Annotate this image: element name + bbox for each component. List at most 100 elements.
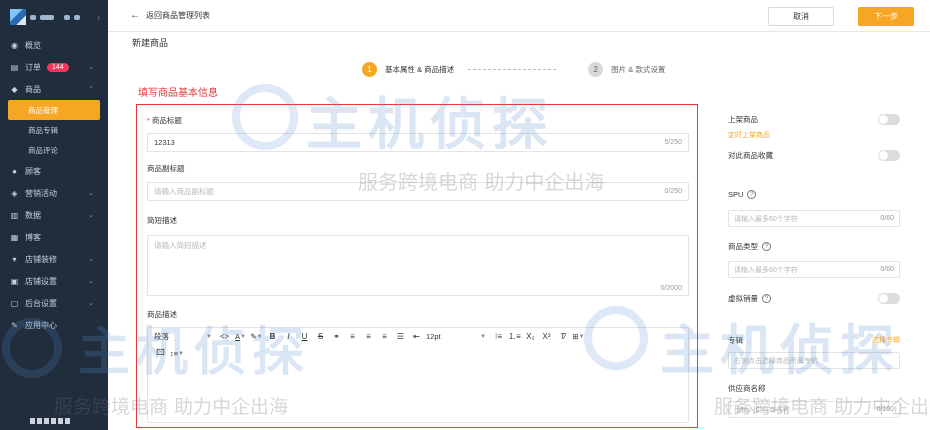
title-char-count: 5/250 <box>664 139 682 146</box>
sidebar-subitem-goods-manage[interactable]: 商品管理 <box>8 100 100 120</box>
chevron-down-icon: ⌄ <box>88 256 94 263</box>
page-title: 新建商品 <box>132 38 169 48</box>
link-icon[interactable]: ⚭ <box>330 330 343 344</box>
album-input[interactable]: 右侧点击选择商品所属专辑 <box>728 352 900 369</box>
goods-type-input[interactable]: 请输入最多60个字符 0/60 <box>728 261 900 278</box>
step-number: 1 <box>362 62 377 77</box>
spu-input[interactable]: 请输入最多60个字符 0/60 <box>728 210 900 227</box>
scheduled-shelf-link[interactable]: 定时上架商品 <box>728 130 770 140</box>
table-icon[interactable]: ⊞ ▼ <box>572 330 585 344</box>
sidebar-subitem-goods-album[interactable]: 商品专辑 <box>0 120 108 140</box>
sidebar: › ◉ 概览 ▤ 订单 144 ⌄ ◆ 商品 ⌃ 商品管理 商品专辑 商品评论 … <box>0 0 108 430</box>
help-icon[interactable]: ? <box>762 242 771 251</box>
store-decor-icon: ▾ <box>12 254 17 264</box>
on-shelf-toggle[interactable] <box>878 114 900 125</box>
step-divider <box>468 69 557 70</box>
strikethrough-icon[interactable]: S <box>314 330 327 344</box>
right-settings-panel: 上架商品 定时上架商品 对此商品收藏 SPU ? 请输入最多60个字符 0/60… <box>716 100 916 430</box>
subtitle-input[interactable]: 请输入商品副标题 0/250 <box>147 182 689 201</box>
cancel-button[interactable]: 取消 <box>768 7 834 26</box>
order-count-badge: 144 <box>47 62 69 72</box>
virtual-sales-toggle[interactable] <box>878 293 900 304</box>
bullet-list-icon[interactable]: ⁝≡ <box>492 330 505 344</box>
brief-char-count: 0/2000 <box>660 285 682 292</box>
sidebar-item-overview[interactable]: ◉ 概览 <box>0 34 108 56</box>
chevron-up-icon: ⌃ <box>88 86 94 93</box>
step-label: 基本属性 & 商品描述 <box>385 65 455 74</box>
superscript-icon[interactable]: X² <box>540 330 553 344</box>
editor-toolbar: 段落 ▼ <> A ▼ ✎ ▼ B I U S ⚭ ≡ ≡ ≡ ☰ ⇤ 12pt ▼ <box>148 328 688 345</box>
marketing-icon: ◈ <box>11 188 18 198</box>
store-settings-icon: ▣ <box>10 276 19 286</box>
chevron-down-icon: ⌄ <box>88 212 94 219</box>
sidebar-item-store-decor[interactable]: ▾ 店铺装修 ⌄ <box>0 248 108 270</box>
step-images-variants[interactable]: 2 图片 & 款式设置 <box>588 62 665 77</box>
select-album-link[interactable]: 选择专辑 <box>872 335 900 345</box>
brief-desc-textarea[interactable]: 请输入简短描述 0/2000 <box>147 235 689 296</box>
image-icon[interactable]: 🖾 <box>154 347 167 361</box>
sidebar-item-goods[interactable]: ◆ 商品 ⌃ <box>0 78 108 100</box>
align-center-icon[interactable]: ≡ <box>362 330 375 344</box>
goods-type-label: 商品类型 ? <box>728 241 771 252</box>
section-hint: 填写商品基本信息 <box>138 88 218 99</box>
next-step-button[interactable]: 下一步 <box>858 7 914 26</box>
subtitle-char-count: 0/250 <box>664 188 682 195</box>
clear-format-icon[interactable]: T̸ <box>556 330 569 344</box>
back-to-list-link[interactable]: ← 返回商品管理列表 <box>130 10 210 21</box>
rich-text-editor: 段落 ▼ <> A ▼ ✎ ▼ B I U S ⚭ ≡ ≡ ≡ ☰ ⇤ 12pt ▼ <box>147 327 689 423</box>
basic-info-form: * 商品标题 12313 5/250 商品副标题 请输入商品副标题 0/250 简… <box>136 104 698 428</box>
sidebar-item-admin-settings[interactable]: ▢ 后台设置 ⌄ <box>0 292 108 314</box>
italic-icon[interactable]: I <box>282 330 295 344</box>
font-color-icon[interactable]: A ▼ <box>234 330 247 344</box>
subtitle-label: 商品副标题 <box>147 164 185 173</box>
sidebar-subitem-goods-reviews[interactable]: 商品评论 <box>0 140 108 160</box>
bold-icon[interactable]: B <box>266 330 279 344</box>
description-label: 商品描述 <box>147 310 177 319</box>
main-content: 新建商品 1 基本属性 & 商品描述 2 图片 & 款式设置 填写商品基本信息 … <box>108 32 930 430</box>
subscript-icon[interactable]: X₂ <box>524 330 537 344</box>
sidebar-item-app-center[interactable]: ✎ 应用中心 <box>0 314 108 336</box>
required-marker: * <box>147 116 150 125</box>
align-left-icon[interactable]: ≡ <box>346 330 359 344</box>
align-justify-icon[interactable]: ☰ <box>394 330 407 344</box>
sidebar-item-store-settings[interactable]: ▣ 店铺设置 ⌄ <box>0 270 108 292</box>
sidebar-item-data[interactable]: ▥ 数据 ⌄ <box>0 204 108 226</box>
title-label: * 商品标题 <box>147 116 182 125</box>
help-icon[interactable]: ? <box>762 294 771 303</box>
admin-settings-icon: ▢ <box>10 298 19 308</box>
supplier-input[interactable]: 请输入供应商名称 0/100 <box>728 401 900 418</box>
paragraph-format-select[interactable]: 段落 ▼ <box>154 331 212 342</box>
title-input[interactable]: 12313 5/250 <box>147 133 689 152</box>
step-indicator: 1 基本属性 & 商品描述 2 图片 & 款式设置 <box>362 62 665 77</box>
sidebar-item-marketing[interactable]: ◈ 营销活动 ⌄ <box>0 182 108 204</box>
goods-icon: ◆ <box>11 84 18 94</box>
app-center-icon: ✎ <box>11 320 18 330</box>
customer-icon: ● <box>12 166 17 176</box>
brief-desc-label: 简短描述 <box>147 216 177 225</box>
code-icon[interactable]: <> <box>218 330 231 344</box>
logo-mark-icon <box>10 9 26 25</box>
chevron-down-icon: ⌄ <box>88 190 94 197</box>
numbered-list-icon[interactable]: ⒈≡ <box>508 330 521 344</box>
step-basic-attributes[interactable]: 1 基本属性 & 商品描述 <box>362 62 454 77</box>
dashboard-icon: ◉ <box>11 40 18 50</box>
highlight-color-icon[interactable]: ✎ ▼ <box>250 330 263 344</box>
help-icon[interactable]: ? <box>747 190 757 199</box>
font-size-select[interactable]: 12pt ▼ <box>426 332 486 341</box>
sidebar-item-customers[interactable]: ● 顾客 <box>0 160 108 182</box>
data-icon: ▥ <box>10 210 19 220</box>
align-right-icon[interactable]: ≡ <box>378 330 391 344</box>
spu-char-count: 0/60 <box>880 215 894 222</box>
brand-logo[interactable]: › <box>0 0 108 34</box>
outdent-icon[interactable]: ⇤ <box>410 330 423 344</box>
collapse-chevron-icon[interactable]: › <box>97 13 100 22</box>
underline-icon[interactable]: U <box>298 330 311 344</box>
virtual-sales-label: 虚拟销量 ? <box>728 293 771 304</box>
step-label: 图片 & 款式设置 <box>611 65 666 74</box>
line-height-icon[interactable]: ↕≡ ▼ <box>170 347 184 361</box>
chevron-down-icon: ⌄ <box>88 278 94 285</box>
favorite-toggle[interactable] <box>878 150 900 161</box>
sidebar-item-orders[interactable]: ▤ 订单 144 ⌄ <box>0 56 108 78</box>
sidebar-item-blog[interactable]: ▦ 博客 <box>0 226 108 248</box>
order-icon: ▤ <box>10 62 19 72</box>
